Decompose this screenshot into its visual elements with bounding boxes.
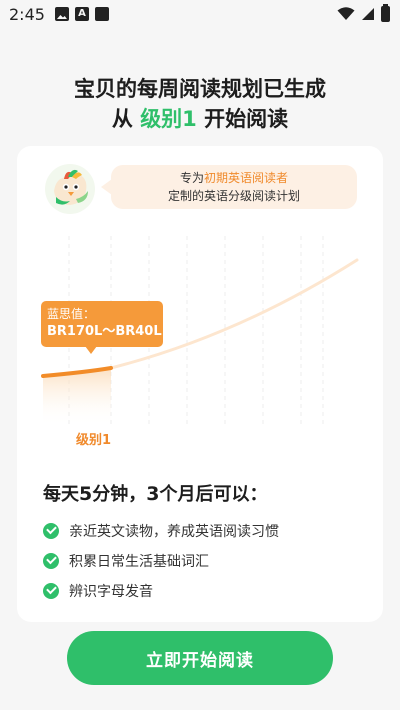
lexile-tooltip: 蓝思值： BR170L～BR40L: [41, 301, 163, 354]
benefits-title-c: 分钟，: [92, 484, 147, 505]
benefits-title-d: 3: [146, 483, 160, 505]
benefit-text: 辨识字母发音: [69, 584, 153, 600]
check-icon: [43, 583, 59, 599]
title-level: 级别1: [140, 107, 197, 131]
benefits-title-b: 5: [79, 483, 93, 505]
benefits-title: 每天5分钟，3个月后可以：: [43, 480, 267, 506]
battery-icon: [381, 4, 390, 22]
start-reading-button[interactable]: 立即开始阅读: [67, 631, 333, 685]
list-item: 积累日常生活基础词汇: [43, 546, 279, 576]
speech-bubble: 专为初期英语阅读者 定制的英语分级阅读计划: [101, 165, 357, 209]
app-notification-icon: [94, 7, 109, 21]
check-icon: [43, 523, 59, 539]
page-title: 宝贝的每周阅读规划已生成 从 级别1 开始阅读: [0, 74, 400, 134]
image-icon: [54, 7, 69, 21]
plan-card: 专为初期英语阅读者 定制的英语分级阅读计划 蓝思值： BR170L～BR40L …: [17, 146, 383, 622]
system-icons: [337, 4, 390, 22]
list-item: 辨识字母发音: [43, 576, 279, 606]
bubble-highlight: 初期英语阅读者: [204, 171, 289, 185]
notification-icons: [54, 7, 109, 21]
font-icon: [74, 7, 89, 21]
check-icon: [43, 553, 59, 569]
status-time: 2:45: [9, 4, 45, 24]
status-bar: 2:45: [0, 0, 400, 28]
benefits-list: 亲近英文读物，养成英语阅读习惯 积累日常生活基础词汇 辨识字母发音: [43, 516, 279, 606]
chart-x-label: 级别1: [76, 433, 112, 448]
benefit-text: 积累日常生活基础词汇: [69, 554, 209, 570]
benefit-text: 亲近英文读物，养成英语阅读习惯: [69, 524, 279, 540]
list-item: 亲近英文读物，养成英语阅读习惯: [43, 516, 279, 546]
bubble-line-2: 定制的英语分级阅读计划: [167, 189, 300, 203]
title-line-2: 从 级别1 开始阅读: [0, 104, 400, 134]
signal-icon: [362, 8, 374, 20]
benefits-title-e: 个月后可以：: [159, 484, 268, 505]
wifi-icon: [337, 7, 355, 20]
mascot-bird-icon: [45, 164, 95, 214]
title-prefix: 从: [111, 107, 141, 131]
tooltip-range: BR170L～BR40L: [47, 324, 162, 339]
title-line-1: 宝贝的每周阅读规划已生成: [74, 77, 326, 101]
title-suffix: 开始阅读: [196, 107, 289, 131]
tooltip-label: 蓝思值：: [47, 307, 96, 321]
bubble-prefix: 专为: [179, 171, 204, 185]
benefits-title-a: 每天: [43, 484, 79, 505]
bubble-line-1: 专为初期英语阅读者: [111, 169, 357, 187]
